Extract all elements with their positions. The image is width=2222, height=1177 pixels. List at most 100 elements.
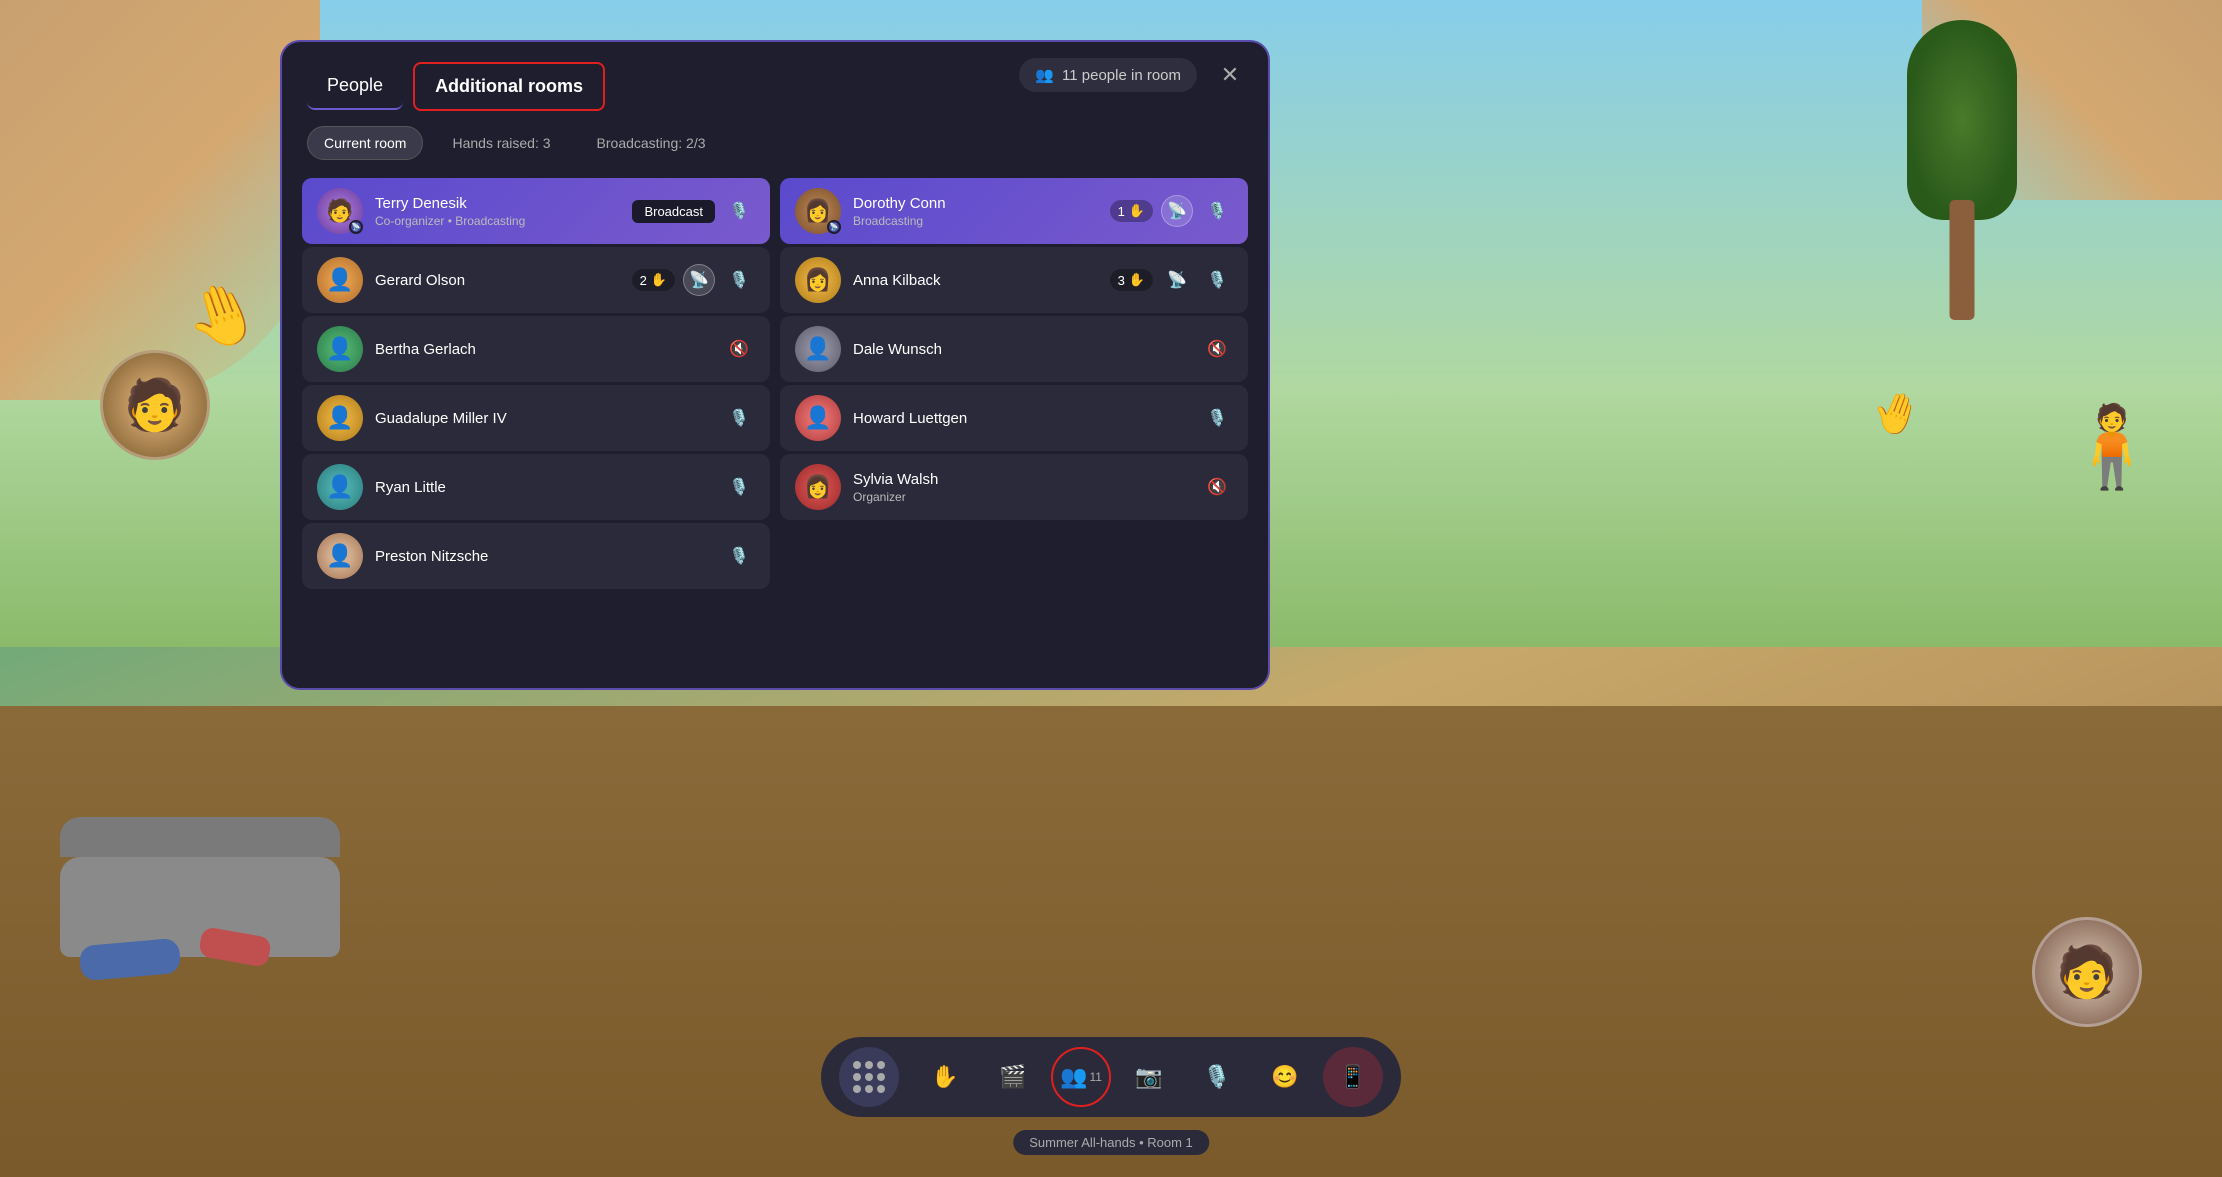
info-anna: Anna Kilback xyxy=(853,272,1110,289)
info-howard: Howard Luettgen xyxy=(853,410,1201,427)
participant-preston-nitzsche[interactable]: 👤 Preston Nitzsche 🎙️ xyxy=(302,523,770,589)
tree-canopy xyxy=(1907,20,2017,220)
avatar-left: 🧑 xyxy=(100,350,210,460)
avatar-gerard: 👤 xyxy=(317,257,363,303)
people-count-badge: 👥 11 people in room xyxy=(1019,58,1197,92)
participant-ryan-little[interactable]: 👤 Ryan Little 🎙️ xyxy=(302,454,770,520)
actions-bertha: 🔇 xyxy=(723,333,755,365)
tab-people[interactable]: People xyxy=(307,63,403,110)
participant-grid: 🧑 📡 Terry Denesik Co-organizer • Broadca… xyxy=(282,175,1268,688)
name-preston: Preston Nitzsche xyxy=(375,548,723,565)
main-panel: People Additional rooms 👥 11 people in r… xyxy=(280,40,1270,690)
apps-button[interactable] xyxy=(839,1047,899,1107)
actions-howard: 🎙️ xyxy=(1201,402,1233,434)
avatar-anna: 👩 xyxy=(795,257,841,303)
participant-gerard-olson[interactable]: 👤 Gerard Olson 2 ✋ 📡 🎙️ xyxy=(302,247,770,313)
avatar-sylvia: 👩 xyxy=(795,464,841,510)
avatar-bertha: 👤 xyxy=(317,326,363,372)
name-sylvia: Sylvia Walsh xyxy=(853,471,1201,488)
avatar-dorothy: 👩 📡 xyxy=(795,188,841,234)
mic-icon-dorothy[interactable]: 🎙️ xyxy=(1201,195,1233,227)
camera-button[interactable]: 🎬 xyxy=(983,1047,1043,1107)
mic-icon-gerard[interactable]: 🎙️ xyxy=(723,264,755,296)
name-bertha: Bertha Gerlach xyxy=(375,341,723,358)
mic-icon-terry[interactable]: 🎙️ xyxy=(723,195,755,227)
mic-icon-anna[interactable]: 🎙️ xyxy=(1201,264,1233,296)
mic-muted-icon-dale[interactable]: 🔇 xyxy=(1201,333,1233,365)
emoji-button[interactable]: 😊 xyxy=(1255,1047,1315,1107)
participant-anna-kilback[interactable]: 👩 Anna Kilback 3 ✋ 📡 🎙️ xyxy=(780,247,1248,313)
info-terry: Terry Denesik Co-organizer • Broadcastin… xyxy=(375,195,632,228)
avatar-preston: 👤 xyxy=(317,533,363,579)
filter-hands-raised[interactable]: Hands raised: 3 xyxy=(435,126,567,160)
right-column: 👩 📡 Dorothy Conn Broadcasting 1 ✋ 📡 🎙️ xyxy=(775,175,1253,673)
status-text: Summer All-hands • Room 1 xyxy=(1029,1135,1193,1150)
share-button[interactable]: 📱 xyxy=(1323,1047,1383,1107)
close-button[interactable]: ✕ xyxy=(1212,57,1248,93)
bottom-toolbar: ✋ 🎬 👥 11 📷 🎙️ 😊 📱 xyxy=(821,1037,1401,1117)
broadcast-icon-gerard[interactable]: 📡 xyxy=(683,264,715,296)
hand-count-gerard: 2 xyxy=(640,273,647,288)
camera-icon: 🎬 xyxy=(999,1064,1026,1090)
status-dot-dorothy: 📡 xyxy=(827,220,841,234)
people-count-toolbar: 11 xyxy=(1089,1070,1101,1084)
apps-icon xyxy=(853,1061,885,1093)
participant-howard-luettgen[interactable]: 👤 Howard Luettgen 🎙️ xyxy=(780,385,1248,451)
avatar-howard: 👤 xyxy=(795,395,841,441)
actions-dorothy: 1 ✋ 📡 🎙️ xyxy=(1110,195,1233,227)
participant-dorothy-conn[interactable]: 👩 📡 Dorothy Conn Broadcasting 1 ✋ 📡 🎙️ xyxy=(780,178,1248,244)
name-ryan: Ryan Little xyxy=(375,479,723,496)
info-gerard: Gerard Olson xyxy=(375,272,632,289)
hand-icon-gerard: ✋ xyxy=(651,272,667,288)
mic-muted-icon-sylvia[interactable]: 🔇 xyxy=(1201,471,1233,503)
raise-hand-button[interactable]: ✋ xyxy=(915,1047,975,1107)
mic-icon-preston[interactable]: 🎙️ xyxy=(723,540,755,572)
mic-icon: 🎙️ xyxy=(1203,1064,1230,1090)
actions-anna: 3 ✋ 📡 🎙️ xyxy=(1110,264,1233,296)
hand-count-anna: 3 xyxy=(1118,273,1125,288)
tab-additional-rooms[interactable]: Additional rooms xyxy=(413,62,605,111)
name-howard: Howard Luettgen xyxy=(853,410,1201,427)
snapshot-icon: 📷 xyxy=(1135,1064,1162,1090)
actions-dale: 🔇 xyxy=(1201,333,1233,365)
share-icon: 📱 xyxy=(1339,1064,1366,1090)
info-guadalupe: Guadalupe Miller IV xyxy=(375,410,723,427)
name-anna: Anna Kilback xyxy=(853,272,1110,289)
people-count-icon: 👥 xyxy=(1035,66,1054,84)
participant-guadalupe-miller[interactable]: 👤 Guadalupe Miller IV 🎙️ xyxy=(302,385,770,451)
filter-current-room[interactable]: Current room xyxy=(307,126,423,160)
filter-broadcasting[interactable]: Broadcasting: 2/3 xyxy=(580,126,723,160)
info-ryan: Ryan Little xyxy=(375,479,723,496)
name-dale: Dale Wunsch xyxy=(853,341,1201,358)
name-dorothy: Dorothy Conn xyxy=(853,195,1110,212)
hand-count-dorothy: 1 xyxy=(1118,204,1125,219)
mic-button[interactable]: 🎙️ xyxy=(1187,1047,1247,1107)
mic-icon-howard[interactable]: 🎙️ xyxy=(1201,402,1233,434)
participant-dale-wunsch[interactable]: 👤 Dale Wunsch 🔇 xyxy=(780,316,1248,382)
status-bar: Summer All-hands • Room 1 xyxy=(1013,1130,1209,1155)
name-terry: Terry Denesik xyxy=(375,195,632,212)
mic-icon-ryan[interactable]: 🎙️ xyxy=(723,471,755,503)
broadcast-icon-anna[interactable]: 📡 xyxy=(1161,264,1193,296)
people-button[interactable]: 👥 11 xyxy=(1051,1047,1111,1107)
mic-muted-icon-bertha[interactable]: 🔇 xyxy=(723,333,755,365)
participant-terry-denesik[interactable]: 🧑 📡 Terry Denesik Co-organizer • Broadca… xyxy=(302,178,770,244)
mic-icon-guadalupe[interactable]: 🎙️ xyxy=(723,402,755,434)
actions-sylvia: 🔇 xyxy=(1201,471,1233,503)
info-bertha: Bertha Gerlach xyxy=(375,341,723,358)
participant-bertha-gerlach[interactable]: 👤 Bertha Gerlach 🔇 xyxy=(302,316,770,382)
hand-icon-anna: ✋ xyxy=(1129,272,1145,288)
broadcast-badge-terry: Broadcast xyxy=(632,200,715,223)
people-icon: 👥 xyxy=(1060,1064,1087,1090)
hand-badge-gerard: 2 ✋ xyxy=(632,269,675,291)
header-right: 👥 11 people in room ✕ xyxy=(1019,57,1248,93)
people-count-label: 11 people in room xyxy=(1062,67,1181,84)
snapshot-button[interactable]: 📷 xyxy=(1119,1047,1179,1107)
panel-header: People Additional rooms 👥 11 people in r… xyxy=(282,42,1268,111)
broadcast-icon-dorothy[interactable]: 📡 xyxy=(1161,195,1193,227)
info-preston: Preston Nitzsche xyxy=(375,548,723,565)
participant-sylvia-walsh[interactable]: 👩 Sylvia Walsh Organizer 🔇 xyxy=(780,454,1248,520)
avatar-guadalupe: 👤 xyxy=(317,395,363,441)
info-dale: Dale Wunsch xyxy=(853,341,1201,358)
name-guadalupe: Guadalupe Miller IV xyxy=(375,410,723,427)
